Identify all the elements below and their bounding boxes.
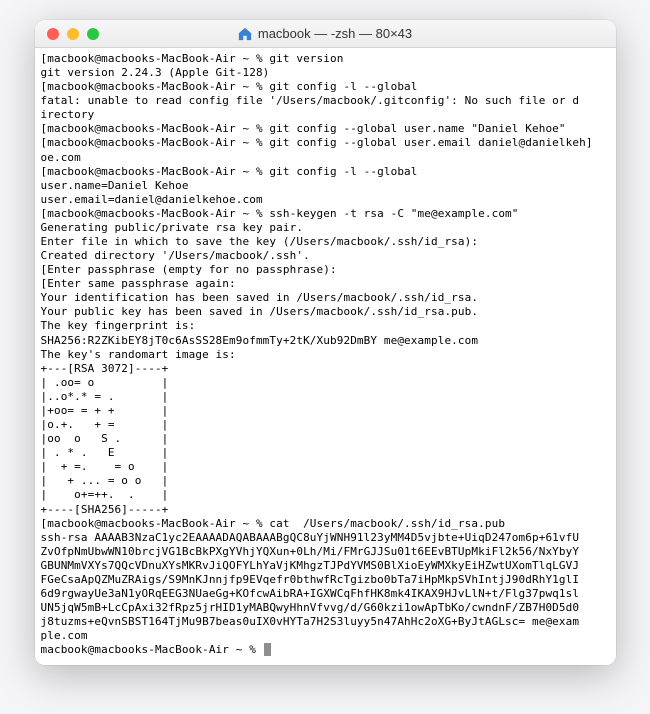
close-button[interactable] bbox=[47, 28, 59, 40]
terminal-content[interactable]: [macbook@macbooks-MacBook-Air ~ % git ve… bbox=[35, 48, 616, 665]
window-title-wrap: macbook — -zsh — 80×43 bbox=[35, 26, 616, 41]
window-title: macbook — -zsh — 80×43 bbox=[258, 26, 412, 41]
titlebar[interactable]: macbook — -zsh — 80×43 bbox=[35, 20, 616, 48]
terminal-window: macbook — -zsh — 80×43 [macbook@macbooks… bbox=[35, 20, 616, 665]
home-icon bbox=[238, 27, 252, 41]
minimize-button[interactable] bbox=[67, 28, 79, 40]
cursor bbox=[264, 643, 271, 656]
window-controls bbox=[35, 28, 99, 40]
zoom-button[interactable] bbox=[87, 28, 99, 40]
prompt: macbook@macbooks-MacBook-Air ~ % bbox=[41, 643, 263, 656]
